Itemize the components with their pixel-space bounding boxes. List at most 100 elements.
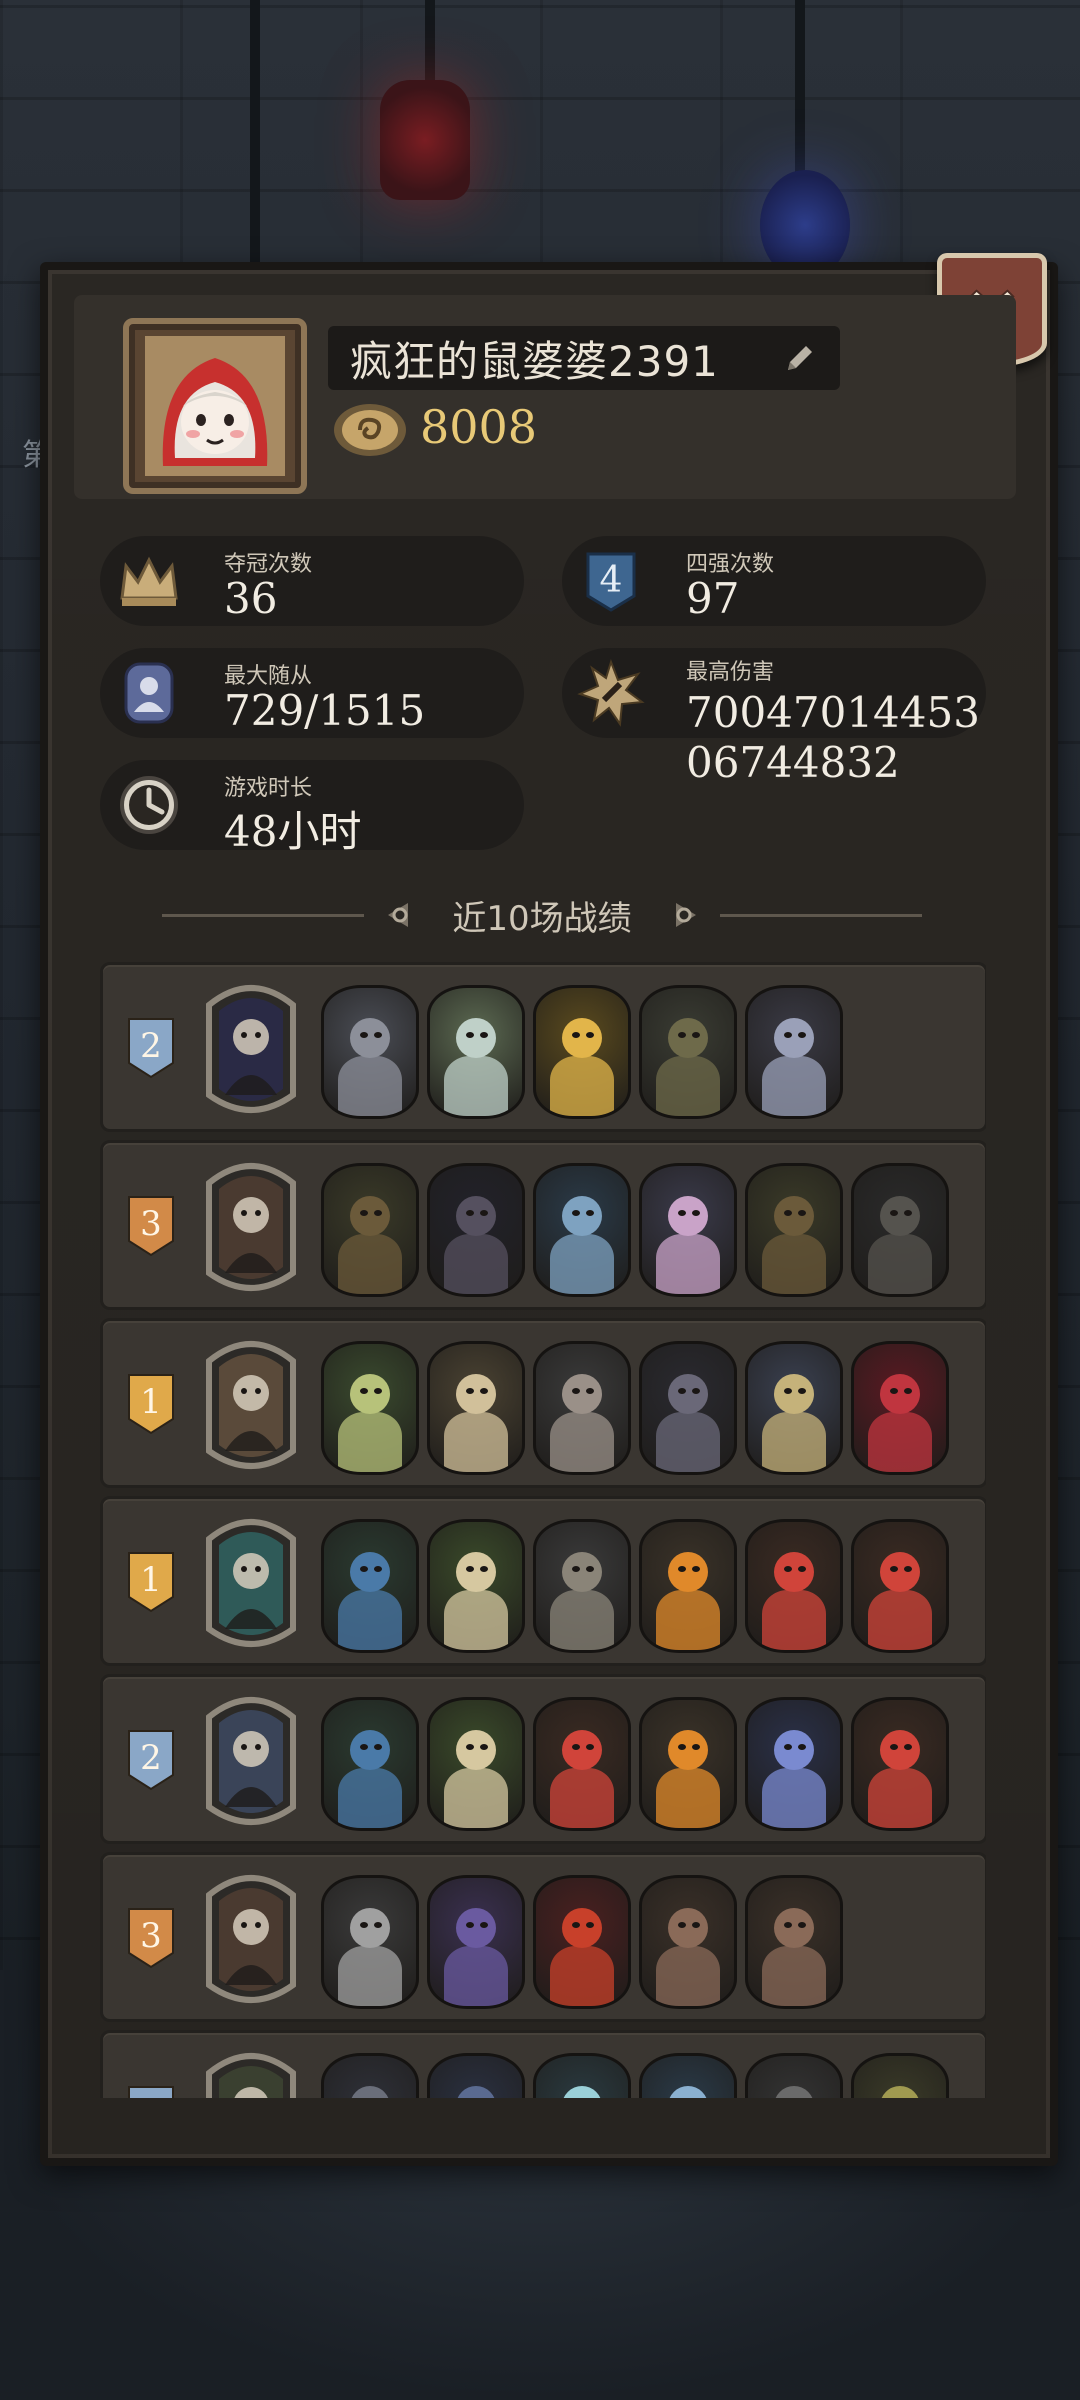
player-name: 疯狂的鼠婆婆2391: [350, 336, 719, 386]
treant-unit-icon[interactable]: [321, 1163, 419, 1297]
follower-portrait-icon: [124, 662, 174, 724]
match-row[interactable]: 1: [100, 1496, 986, 1666]
flesh-brute-unit-icon[interactable]: [639, 1875, 737, 2009]
coin-amount: 8008: [420, 400, 538, 454]
stat-value: 70047014453 06744832: [686, 688, 1016, 788]
stat-label: 最高伤害: [686, 660, 775, 685]
recent-matches-header: 近10场战绩: [162, 888, 923, 942]
antlered-elder-hero-icon[interactable]: [199, 1153, 303, 1297]
hanging-chain: [795, 0, 805, 175]
flesh-brute-unit-icon[interactable]: [745, 1875, 843, 2009]
elf-sorceress-unit-icon[interactable]: [745, 1697, 843, 1831]
antlered-elder-hero-icon[interactable]: [199, 1865, 303, 2009]
match-row[interactable]: 3: [100, 1852, 986, 2022]
avatar-portrait-icon: [145, 336, 285, 476]
rank-number: 1: [140, 1560, 162, 1600]
stat-value: 36: [224, 574, 278, 623]
red-goblin-unit-icon[interactable]: [851, 1519, 949, 1653]
swirl-ornament-icon: [675, 903, 696, 927]
bone-wyrm-unit-icon[interactable]: [427, 1341, 525, 1475]
armored-paladin-unit-icon[interactable]: [745, 1341, 843, 1475]
vine-flower-unit-icon[interactable]: [321, 1519, 419, 1653]
mustard-totem-unit-icon[interactable]: [851, 2053, 949, 2098]
match-row[interactable]: 1: [100, 1318, 986, 1488]
rank-badge-icon: 3: [128, 1196, 174, 1257]
divider: [719, 913, 923, 917]
rank-number: 2: [140, 1026, 162, 1066]
rank-badge-icon: 1: [128, 1552, 174, 1613]
edit-pencil-icon[interactable]: [782, 340, 818, 376]
rank-number: 2: [140, 1738, 162, 1778]
old-gunner-unit-icon[interactable]: [745, 985, 843, 1119]
ice-spirit-unit-icon[interactable]: [533, 2053, 631, 2098]
match-history-list[interactable]: 2 3 1 1 2 3 2: [100, 962, 986, 2098]
pumpkin-ghost-unit-icon[interactable]: [639, 1519, 737, 1653]
red-lantern: [380, 80, 470, 200]
swirl-ornament-icon: [388, 903, 409, 927]
skull-golem-unit-icon[interactable]: [851, 1163, 949, 1297]
jester-unit-icon[interactable]: [851, 1341, 949, 1475]
horned-demon-unit-icon[interactable]: [533, 1341, 631, 1475]
rank-badge-icon: 3: [128, 1908, 174, 1969]
avatar[interactable]: [123, 318, 307, 494]
frost-elf-unit-icon[interactable]: [639, 2053, 737, 2098]
stat-value: 729/1515: [224, 686, 426, 735]
dark-knight-unit-icon[interactable]: [427, 1163, 525, 1297]
goblin-shaman-hero-icon[interactable]: [199, 2043, 303, 2098]
armored-knight-unit-icon[interactable]: [321, 1875, 419, 2009]
clock-icon: [120, 776, 178, 834]
wolf-warlock-hero-icon[interactable]: [199, 1687, 303, 1831]
iron-shield-unit-icon[interactable]: [745, 2053, 843, 2098]
bearded-sage-hero-icon[interactable]: [199, 1331, 303, 1475]
stat-max-followers: 最大随从 729/1515: [100, 648, 524, 738]
pumpkin-ghost-unit-icon[interactable]: [639, 1697, 737, 1831]
golden-priestess-unit-icon[interactable]: [533, 985, 631, 1119]
stat-play-time: 游戏时长 48小时: [100, 760, 524, 856]
svg-text:4: 4: [600, 560, 623, 601]
match-row[interactable]: 2: [100, 1674, 986, 1844]
red-goblin-unit-icon[interactable]: [533, 1697, 631, 1831]
recent-matches-title: 近10场战绩: [452, 898, 632, 939]
damage-value-line-2: 06744832: [686, 738, 900, 787]
red-goblin-unit-icon[interactable]: [745, 1519, 843, 1653]
green-dragon-unit-icon[interactable]: [321, 1341, 419, 1475]
hooded-dark-mage-hero-icon[interactable]: [199, 975, 303, 1119]
crown-icon: [120, 556, 178, 606]
stat-value: 97: [686, 574, 740, 623]
stat-top4: 4 四强次数 97: [562, 536, 986, 626]
damage-value-line-1: 70047014453: [686, 688, 980, 737]
rank-four-badge-icon: 4: [586, 552, 636, 612]
damage-star-icon: [577, 658, 645, 727]
game-screen: { "background": { "side_letter": "第" }, …: [0, 0, 1080, 2400]
fire-demon-unit-icon[interactable]: [533, 1875, 631, 2009]
rank-badge-icon: 2: [128, 1018, 174, 1079]
rank-badge-icon: 1: [128, 1374, 174, 1435]
rank-badge-icon: 2: [128, 1730, 174, 1791]
witch-hat-wizard-unit-icon[interactable]: [639, 985, 737, 1119]
reaper-unit-icon[interactable]: [639, 1341, 737, 1475]
coin-icon: [334, 404, 406, 456]
purple-ogre-unit-icon[interactable]: [427, 1875, 525, 2009]
bearded-brute-unit-icon[interactable]: [533, 1519, 631, 1653]
vine-flower-unit-icon[interactable]: [321, 1697, 419, 1831]
fairy-dancer-unit-icon[interactable]: [639, 1163, 737, 1297]
match-row[interactable]: 2: [100, 962, 986, 1132]
rank-number: 2: [140, 2094, 162, 2098]
blue-wraith-unit-icon[interactable]: [427, 2053, 525, 2098]
red-goblin-unit-icon[interactable]: [851, 1697, 949, 1831]
leaf-sprite-unit-icon[interactable]: [427, 1697, 525, 1831]
stat-value: 48小时: [224, 807, 362, 856]
shield-cross-unit-icon[interactable]: [427, 985, 525, 1119]
leaf-sprite-unit-icon[interactable]: [427, 1519, 525, 1653]
spiked-beast-unit-icon[interactable]: [321, 2053, 419, 2098]
treant-unit-icon[interactable]: [745, 1163, 843, 1297]
ghost-skull-unit-icon[interactable]: [533, 1163, 631, 1297]
player-name-bar[interactable]: 疯狂的鼠婆婆2391: [328, 326, 840, 390]
match-row[interactable]: 3: [100, 1140, 986, 1310]
bone-dragon-unit-icon[interactable]: [321, 985, 419, 1119]
fairy-queen-hero-icon[interactable]: [199, 1509, 303, 1653]
rank-number: 3: [140, 1204, 162, 1244]
match-row[interactable]: 2: [100, 2030, 986, 2098]
stat-highest-damage: 最高伤害 70047014453 06744832: [562, 648, 986, 787]
stat-championships: 夺冠次数 36: [100, 536, 524, 626]
